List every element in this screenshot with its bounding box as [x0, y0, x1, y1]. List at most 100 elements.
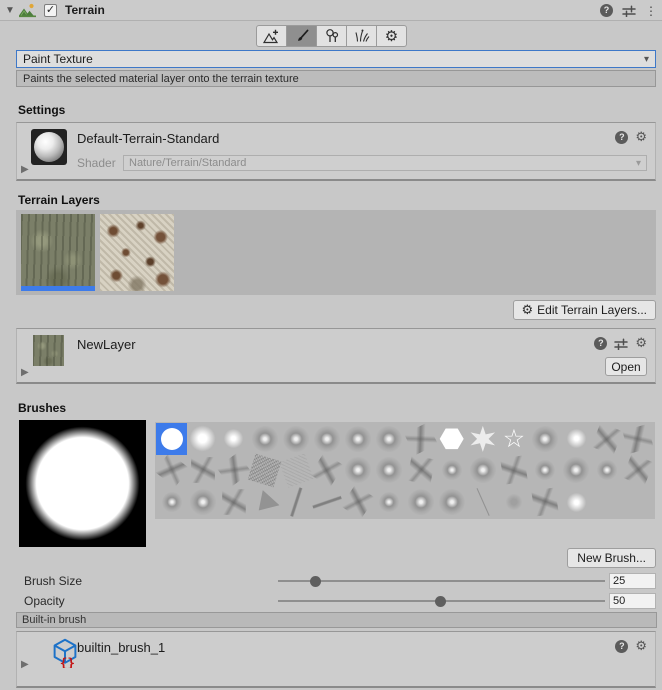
brush-thumb-38-curl[interactable]: [343, 486, 374, 518]
branch-brush-shape: [154, 453, 189, 488]
brush-thumb-10-star6[interactable]: [467, 423, 498, 455]
soft-dot-brush-shape: [564, 426, 589, 451]
brush-thumb-30-smudge[interactable]: [592, 455, 623, 487]
brush-thumb-9-hexagon[interactable]: [436, 423, 467, 455]
component-foldout-arrow[interactable]: ▼: [5, 5, 17, 16]
star5-brush-shape: ☆: [503, 426, 525, 451]
opacity-slider[interactable]: [278, 600, 605, 602]
brush-size-slider-handle[interactable]: [310, 576, 321, 587]
terrain-layer-thumb-rock-layer[interactable]: [100, 214, 174, 291]
material-title: Default-Terrain-Standard: [77, 131, 219, 146]
brush-thumb-29-blob[interactable]: [561, 455, 592, 487]
brush-thumb-11-star5[interactable]: ☆: [498, 423, 529, 455]
brush-thumb-15-twig[interactable]: [623, 423, 654, 455]
presets-icon[interactable]: [614, 338, 628, 350]
layer-selected-indicator: [21, 286, 95, 291]
brush-thumb-27-curl[interactable]: [498, 455, 529, 487]
brush-thumb-31-twig[interactable]: [623, 455, 654, 487]
terrain-inspector-panel: ▼ ✓ Terrain ? ⋮ ⚙ Paint Texture ▾ Paints…: [0, 0, 662, 690]
brush-size-value-field[interactable]: [609, 573, 656, 589]
brush-thumb-44-scratch[interactable]: [530, 486, 561, 518]
speckle-brush-shape: [313, 425, 341, 453]
brush-thumb-36-wave[interactable]: [281, 486, 312, 518]
brush-thumb-45-soft-dot[interactable]: [561, 486, 592, 518]
brush-thumb-16-branch[interactable]: [156, 455, 187, 487]
edit-terrain-layers-button[interactable]: ⚙ Edit Terrain Layers...: [513, 300, 656, 320]
brush-thumb-13-soft-dot[interactable]: [561, 423, 592, 455]
gear-icon[interactable]: ⚙: [635, 337, 647, 350]
brush-thumb-8-streak[interactable]: [405, 423, 436, 455]
paint-mode-dropdown[interactable]: Paint Texture ▾: [16, 50, 656, 68]
hexagon-brush-shape: [439, 428, 464, 450]
new-brush-button[interactable]: New Brush...: [567, 548, 656, 568]
smudge-brush-shape: [594, 457, 621, 484]
brush-thumb-23-burst[interactable]: [374, 455, 405, 487]
tool-button-terrain-settings[interactable]: ⚙: [376, 25, 407, 47]
brush-thumb-24-twig[interactable]: [405, 455, 436, 487]
brush-thumb-0-solid-circle[interactable]: [156, 423, 187, 455]
brush-thumb-3-cloud[interactable]: [249, 423, 280, 455]
twig-brush-shape: [623, 424, 654, 454]
brush-size-slider[interactable]: [278, 580, 605, 582]
brush-thumb-20-faint-noise[interactable]: [281, 455, 312, 487]
brush-thumb-14-twig[interactable]: [592, 423, 623, 455]
newlayer-foldout-arrow[interactable]: ▶: [21, 367, 29, 378]
material-sphere-icon: [34, 132, 64, 162]
newlayer-thumbnail[interactable]: [33, 335, 64, 366]
brush-thumb-35-wedge[interactable]: [249, 486, 280, 518]
brush-thumb-12-swirl[interactable]: [530, 423, 561, 455]
more-menu-icon[interactable]: ⋮: [645, 4, 656, 18]
brush-thumb-41-splat[interactable]: [436, 486, 467, 518]
brush-thumb-7-blob[interactable]: [374, 423, 405, 455]
brushes-heading: Brushes: [18, 401, 66, 415]
open-layer-button[interactable]: Open: [605, 357, 647, 376]
material-foldout-arrow[interactable]: ▶: [21, 164, 29, 175]
material-preview-swatch[interactable]: [31, 129, 67, 165]
brush-thumb-43-faint-dot[interactable]: [498, 486, 529, 518]
brush-thumb-34-swish[interactable]: [218, 486, 249, 518]
help-icon[interactable]: ?: [615, 131, 628, 144]
brush-thumb-1-soft-circle[interactable]: [187, 423, 218, 455]
help-icon[interactable]: ?: [600, 4, 613, 17]
brush-thumb-32-spot[interactable]: [156, 486, 187, 518]
gear-icon[interactable]: ⚙: [635, 131, 647, 144]
brush-thumb-19-noise[interactable]: [249, 455, 280, 487]
tool-button-paint-terrain[interactable]: [286, 25, 317, 47]
wave-brush-shape: [310, 489, 344, 516]
brush-thumb-18-fern[interactable]: [218, 455, 249, 487]
brush-thumb-2-soft-dot[interactable]: [218, 423, 249, 455]
terrain-layer-thumb-grass-layer[interactable]: [21, 214, 95, 291]
brush-thumb-6-rough[interactable]: [343, 423, 374, 455]
brush-thumb-33-blob[interactable]: [187, 486, 218, 518]
brush-thumb-4-splat[interactable]: [281, 423, 312, 455]
component-enabled-checkbox[interactable]: ✓: [44, 4, 57, 17]
opacity-slider-handle[interactable]: [435, 596, 446, 607]
burst-brush-shape: [402, 484, 439, 521]
brush-thumb-22-splat[interactable]: [343, 455, 374, 487]
presets-icon[interactable]: [622, 5, 636, 17]
brush-thumb-28-smudge[interactable]: [530, 455, 561, 487]
tool-button-paint-details[interactable]: [346, 25, 377, 47]
shader-row: Shader Nature/Terrain/Standard ▾: [77, 155, 647, 171]
brush-thumb-42-line[interactable]: [467, 486, 498, 518]
tool-button-paint-trees[interactable]: [316, 25, 347, 47]
brush-thumb-21-leaf[interactable]: [312, 455, 343, 487]
help-icon[interactable]: ?: [594, 337, 607, 350]
component-title: Terrain: [65, 3, 105, 17]
open-button-label: Open: [611, 360, 640, 374]
brush-thumb-37-wave[interactable]: [312, 486, 343, 518]
svg-text:{}: {}: [60, 655, 75, 668]
smudge-brush-shape: [531, 456, 559, 484]
help-icon[interactable]: ?: [615, 640, 628, 653]
brush-thumb-40-burst[interactable]: [405, 486, 436, 518]
brush-thumb-17-tree[interactable]: [187, 455, 218, 487]
brush-thumb-26-blob[interactable]: [467, 455, 498, 487]
brush-thumb-5-speckle[interactable]: [312, 423, 343, 455]
wedge-brush-shape: [250, 487, 279, 516]
opacity-value-field[interactable]: [609, 593, 656, 609]
brush-thumb-25-spot[interactable]: [436, 455, 467, 487]
builtin-brush-foldout-arrow[interactable]: ▶: [21, 659, 29, 670]
gear-icon[interactable]: ⚙: [635, 640, 647, 653]
tool-button-create-neighbor-terrains[interactable]: [256, 25, 287, 47]
brush-thumb-39-smudge[interactable]: [374, 486, 405, 518]
